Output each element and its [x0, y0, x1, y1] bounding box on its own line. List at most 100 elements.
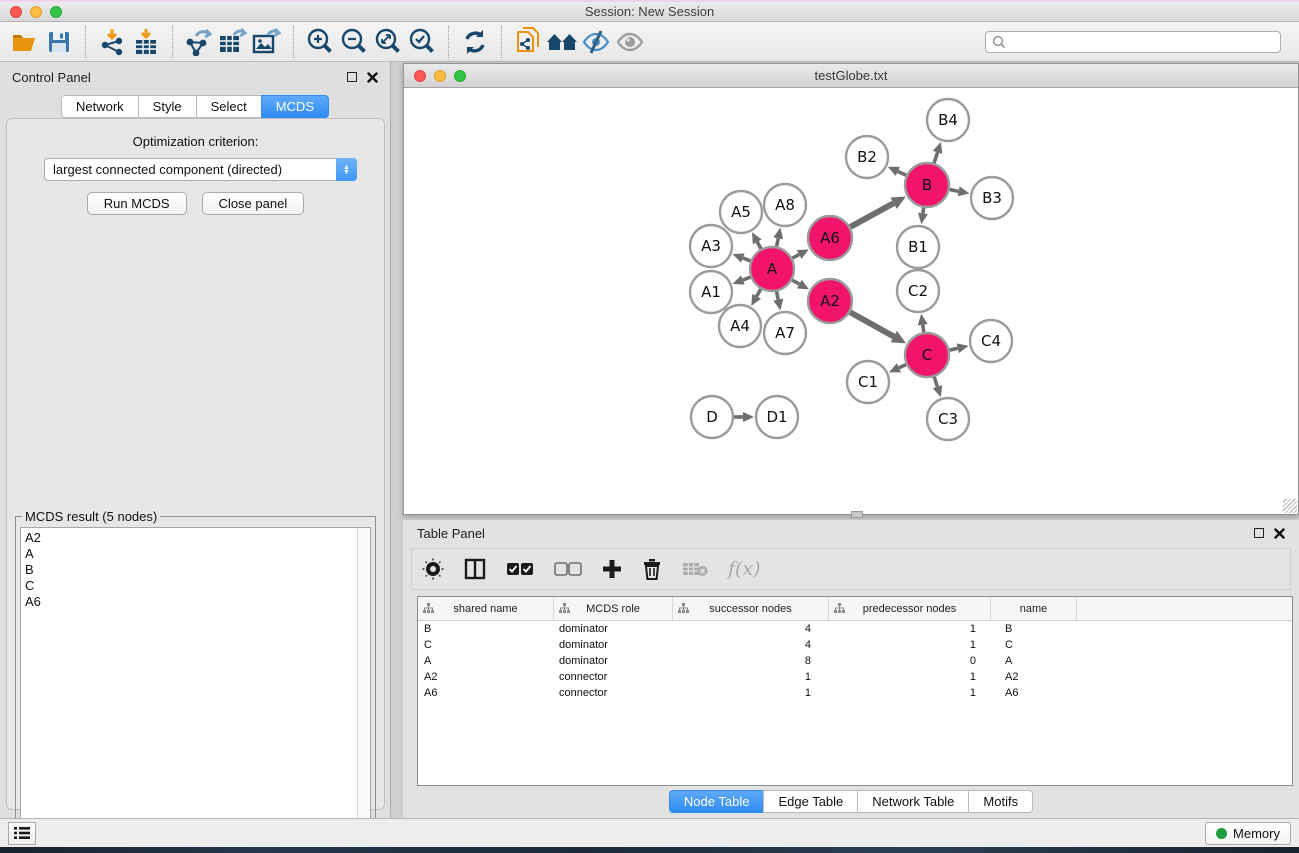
settings-gear-icon[interactable]: [422, 554, 444, 584]
result-item[interactable]: A2: [25, 530, 353, 546]
zoom-out-icon[interactable]: [337, 25, 371, 59]
table-cell[interactable]: A6: [418, 685, 554, 701]
refresh-layout-icon[interactable]: [458, 25, 492, 59]
deselect-all-icon[interactable]: [554, 554, 582, 584]
column-header-shared-name[interactable]: shared name: [418, 597, 554, 620]
table-cell[interactable]: 1: [673, 685, 829, 701]
copy-style-icon[interactable]: [511, 25, 545, 59]
tab-select[interactable]: Select: [196, 95, 262, 118]
graph-edge-A2-C[interactable]: [850, 312, 894, 336]
table-cell[interactable]: connector: [554, 685, 673, 701]
network-window-titlebar[interactable]: testGlobe.txt: [404, 64, 1298, 88]
table-row[interactable]: Adominator80A: [418, 653, 1292, 669]
table-cell[interactable]: 1: [829, 621, 991, 637]
search-field[interactable]: [985, 31, 1281, 53]
select-all-icon[interactable]: [506, 554, 534, 584]
graph-edge-A6-B[interactable]: [850, 203, 893, 227]
column-visibility-icon[interactable]: [464, 554, 486, 584]
table-cell[interactable]: 1: [673, 669, 829, 685]
table-cell[interactable]: A: [991, 653, 1077, 669]
close-panel-button[interactable]: Close panel: [202, 192, 305, 215]
table-cell[interactable]: A: [418, 653, 554, 669]
graph-edge-C-C4[interactable]: [949, 348, 957, 350]
graph-edge-A-A1[interactable]: [743, 277, 751, 280]
table-close-icon[interactable]: [1274, 528, 1285, 539]
result-item[interactable]: A6: [25, 594, 353, 610]
table-row[interactable]: A2connector11A2: [418, 669, 1292, 685]
hide-graphics-icon[interactable]: [579, 25, 613, 59]
save-session-icon[interactable]: [42, 25, 76, 59]
table-cell[interactable]: connector: [554, 669, 673, 685]
table-cell[interactable]: dominator: [554, 637, 673, 653]
import-table-icon[interactable]: [129, 25, 163, 59]
zoom-selected-icon[interactable]: [405, 25, 439, 59]
tab-node-table[interactable]: Node Table: [669, 790, 765, 813]
add-column-icon[interactable]: [602, 554, 622, 584]
graph-edge-A-A2[interactable]: [792, 280, 799, 284]
table-cell[interactable]: dominator: [554, 653, 673, 669]
tab-mcds[interactable]: MCDS: [261, 95, 329, 118]
graph-edge-C-C2[interactable]: [923, 325, 924, 333]
column-header-MCDS-role[interactable]: MCDS role: [554, 597, 673, 620]
table-cell[interactable]: dominator: [554, 621, 673, 637]
export-table-icon[interactable]: [216, 25, 250, 59]
float-panel-icon[interactable]: [347, 72, 357, 82]
tab-motifs[interactable]: Motifs: [968, 790, 1033, 813]
table-row[interactable]: Bdominator41B: [418, 621, 1292, 637]
table-cell[interactable]: A2: [991, 669, 1077, 685]
result-item[interactable]: A: [25, 546, 353, 562]
import-network-icon[interactable]: [95, 25, 129, 59]
home-view-icon[interactable]: [545, 25, 579, 59]
table-float-icon[interactable]: [1254, 528, 1264, 538]
network-canvas[interactable]: B4B2BB3A8A5A6B1A3AC2A1A2A4A7C4CC1DD1C3: [404, 88, 1298, 514]
result-item[interactable]: C: [25, 578, 353, 594]
tab-style[interactable]: Style: [138, 95, 197, 118]
zoom-in-icon[interactable]: [303, 25, 337, 59]
window-resize-handle[interactable]: [851, 511, 863, 518]
task-history-button[interactable]: [8, 822, 36, 845]
table-cell[interactable]: 4: [673, 637, 829, 653]
graph-edge-C-C1[interactable]: [899, 365, 906, 368]
function-builder-icon[interactable]: f(x): [728, 554, 761, 584]
table-cell[interactable]: 8: [673, 653, 829, 669]
open-session-icon[interactable]: [8, 25, 42, 59]
table-cell[interactable]: 1: [829, 669, 991, 685]
result-item[interactable]: B: [25, 562, 353, 578]
table-row[interactable]: A6connector11A6: [418, 685, 1292, 701]
table-cell[interactable]: C: [991, 637, 1077, 653]
table-cell[interactable]: 0: [829, 653, 991, 669]
graph-edge-B-B4[interactable]: [934, 152, 937, 163]
close-panel-icon[interactable]: [367, 72, 378, 83]
graph-edge-A-A3[interactable]: [743, 258, 751, 261]
graph-edge-B-B3[interactable]: [950, 190, 959, 192]
table-cell[interactable]: A6: [991, 685, 1077, 701]
graph-edge-A-A4[interactable]: [757, 289, 761, 296]
show-graphics-icon[interactable]: [613, 25, 647, 59]
run-mcds-button[interactable]: Run MCDS: [87, 192, 187, 215]
graph-edge-A-A7[interactable]: [777, 292, 779, 300]
delete-column-icon[interactable]: [642, 554, 662, 584]
table-cell[interactable]: 4: [673, 621, 829, 637]
graph-edge-B-B2[interactable]: [898, 171, 906, 175]
graph-edge-B-B1[interactable]: [923, 208, 924, 214]
column-header-successor-nodes[interactable]: successor nodes: [673, 597, 829, 620]
tab-network[interactable]: Network: [61, 95, 139, 118]
table-cell[interactable]: C: [418, 637, 554, 653]
table-cell[interactable]: 1: [829, 685, 991, 701]
table-cell[interactable]: B: [418, 621, 554, 637]
graph-edge-A-A8[interactable]: [777, 238, 779, 246]
table-cell[interactable]: B: [991, 621, 1077, 637]
graph-edge-A-A5[interactable]: [757, 242, 761, 249]
table-cell[interactable]: A2: [418, 669, 554, 685]
graph-edge-A-A6[interactable]: [792, 254, 799, 258]
search-input[interactable]: [1006, 35, 1274, 49]
memory-button[interactable]: Memory: [1205, 822, 1291, 845]
window-resize-grip[interactable]: [1283, 499, 1297, 513]
tab-edge-table[interactable]: Edge Table: [763, 790, 858, 813]
table-row[interactable]: Cdominator41C: [418, 637, 1292, 653]
export-image-icon[interactable]: [250, 25, 284, 59]
zoom-fit-icon[interactable]: [371, 25, 405, 59]
column-header-predecessor-nodes[interactable]: predecessor nodes: [829, 597, 991, 620]
delete-table-icon[interactable]: [682, 554, 708, 584]
optimization-criterion-dropdown[interactable]: largest connected component (directed) ▲…: [44, 158, 357, 181]
